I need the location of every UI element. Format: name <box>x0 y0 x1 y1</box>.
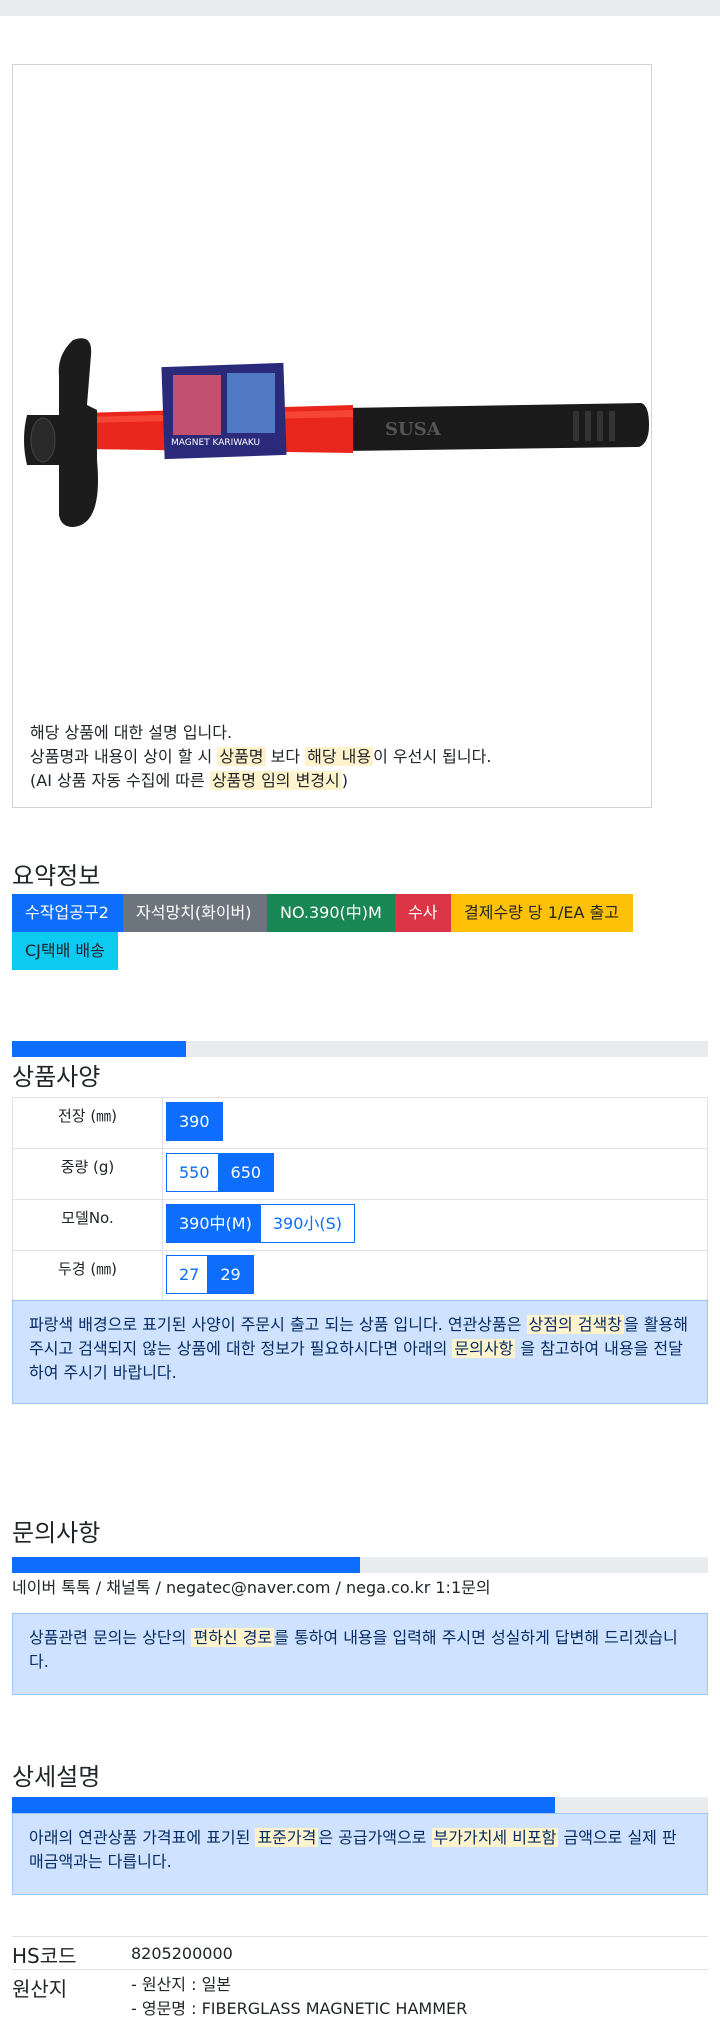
spec-options: 550 650 <box>162 1148 708 1200</box>
spec-row: 두경 (㎜) 27 29 <box>12 1250 708 1302</box>
spec-label: 모델No. <box>12 1199 163 1251</box>
spec-row: 모델No. 390中(M) 390小(S) <box>12 1199 708 1251</box>
option-weight-550[interactable]: 550 <box>166 1153 223 1192</box>
summary-title: 요약정보 <box>12 862 101 890</box>
origin-value: - 원산지 : 일본 - 영문명 : FIBERGLASS MAGNETIC H… <box>131 1973 467 2021</box>
spec-label: 중량 (g) <box>12 1148 163 1200</box>
spec-progress <box>12 1041 708 1057</box>
spec-row: 전장 (㎜) 390 <box>12 1097 708 1149</box>
spec-options: 390中(M) 390小(S) <box>162 1199 708 1251</box>
detail-notice: 아래의 연관상품 가격표에 표기된 표준가격 은 공급가액으로 부가가치세 비포함… <box>12 1813 708 1895</box>
option-head-27[interactable]: 27 <box>166 1255 213 1294</box>
option-head-29[interactable]: 29 <box>207 1255 254 1294</box>
spec-label: 전장 (㎜) <box>12 1097 163 1149</box>
origin-row: 원산지 - 원산지 : 일본 - 영문명 : FIBERGLASS MAGNET… <box>12 1969 708 2019</box>
badge-order-qty: 결제수량 당 1/EA 출고 <box>451 894 633 932</box>
badge-shipping: CJ택배 배송 <box>12 932 118 970</box>
option-model-m[interactable]: 390中(M) <box>166 1204 265 1243</box>
desc-line-1: 해당 상품에 대한 설명 입니다. <box>30 723 233 742</box>
spec-progress-fill <box>12 1041 186 1057</box>
badge-category: 수작업공구2 <box>12 894 124 932</box>
spec-title: 상품사양 <box>12 1063 101 1091</box>
svg-text:SUSA: SUSA <box>385 419 442 440</box>
badge-model: NO.390(中)M <box>267 894 395 932</box>
badge-brand: 수사 <box>395 894 451 932</box>
spec-label: 두경 (㎜) <box>12 1250 163 1302</box>
option-weight-650[interactable]: 650 <box>217 1153 275 1192</box>
top-bar <box>0 0 720 16</box>
inquiry-title: 문의사항 <box>12 1519 101 1547</box>
detail-title: 상세설명 <box>12 1763 101 1791</box>
origin-english-name: - 영문명 : FIBERGLASS MAGNETIC HAMMER <box>131 1999 468 2018</box>
origin-country: - 원산지 : 일본 <box>131 1975 232 1994</box>
spec-notice: 파랑색 배경으로 표기된 사양이 주문시 출고 되는 상품 입니다. 연관상품은… <box>12 1300 708 1404</box>
inquiry-notice: 상품관련 문의는 상단의 편하신 경로 를 통하여 내용을 입력해 주시면 성실하… <box>12 1613 708 1695</box>
hs-code-row: HS코드 8205200000 <box>12 1936 708 1969</box>
spec-options: 390 <box>162 1097 708 1149</box>
svg-text:MAGNET KARIWAKU: MAGNET KARIWAKU <box>171 438 260 448</box>
hs-code-value: 8205200000 <box>131 1944 233 1963</box>
origin-label: 원산지 <box>12 1977 68 2001</box>
hs-code-label: HS코드 <box>12 1944 77 1968</box>
contact-links[interactable]: 네이버 톡톡 / 채널톡 / negatec@naver.com / nega.… <box>12 1574 491 1598</box>
inquiry-progress <box>12 1557 708 1573</box>
hammer-product-image: SUSA MAGNET KARIWAKU <box>24 338 649 527</box>
spec-options: 27 29 <box>162 1250 708 1302</box>
option-length-390[interactable]: 390 <box>166 1102 223 1141</box>
spec-row: 중량 (g) 550 650 <box>12 1148 708 1200</box>
product-description: 해당 상품에 대한 설명 입니다. 상품명과 내용이 상이 할 시 상품명 보다… <box>30 721 491 793</box>
detail-progress-fill <box>12 1797 555 1813</box>
option-model-s[interactable]: 390小(S) <box>259 1204 356 1243</box>
desc-line-3: (AI 상품 자동 수집에 따른 상품명 임의 변경시) <box>30 771 349 790</box>
badge-product-type: 자석망치(화이버) <box>123 894 267 932</box>
detail-progress <box>12 1797 708 1813</box>
inquiry-progress-fill <box>12 1557 360 1573</box>
desc-line-2: 상품명과 내용이 상이 할 시 상품명 보다 해당 내용 이 우선시 됩니다. <box>30 747 492 766</box>
product-image-box: SUSA MAGNET KARIWAKU 해당 상품에 대한 설명 입니다. 상… <box>12 64 652 808</box>
spec-table: 전장 (㎜) 390 중량 (g) 550 650 모델No. 390中(M) 39… <box>12 1097 708 1302</box>
